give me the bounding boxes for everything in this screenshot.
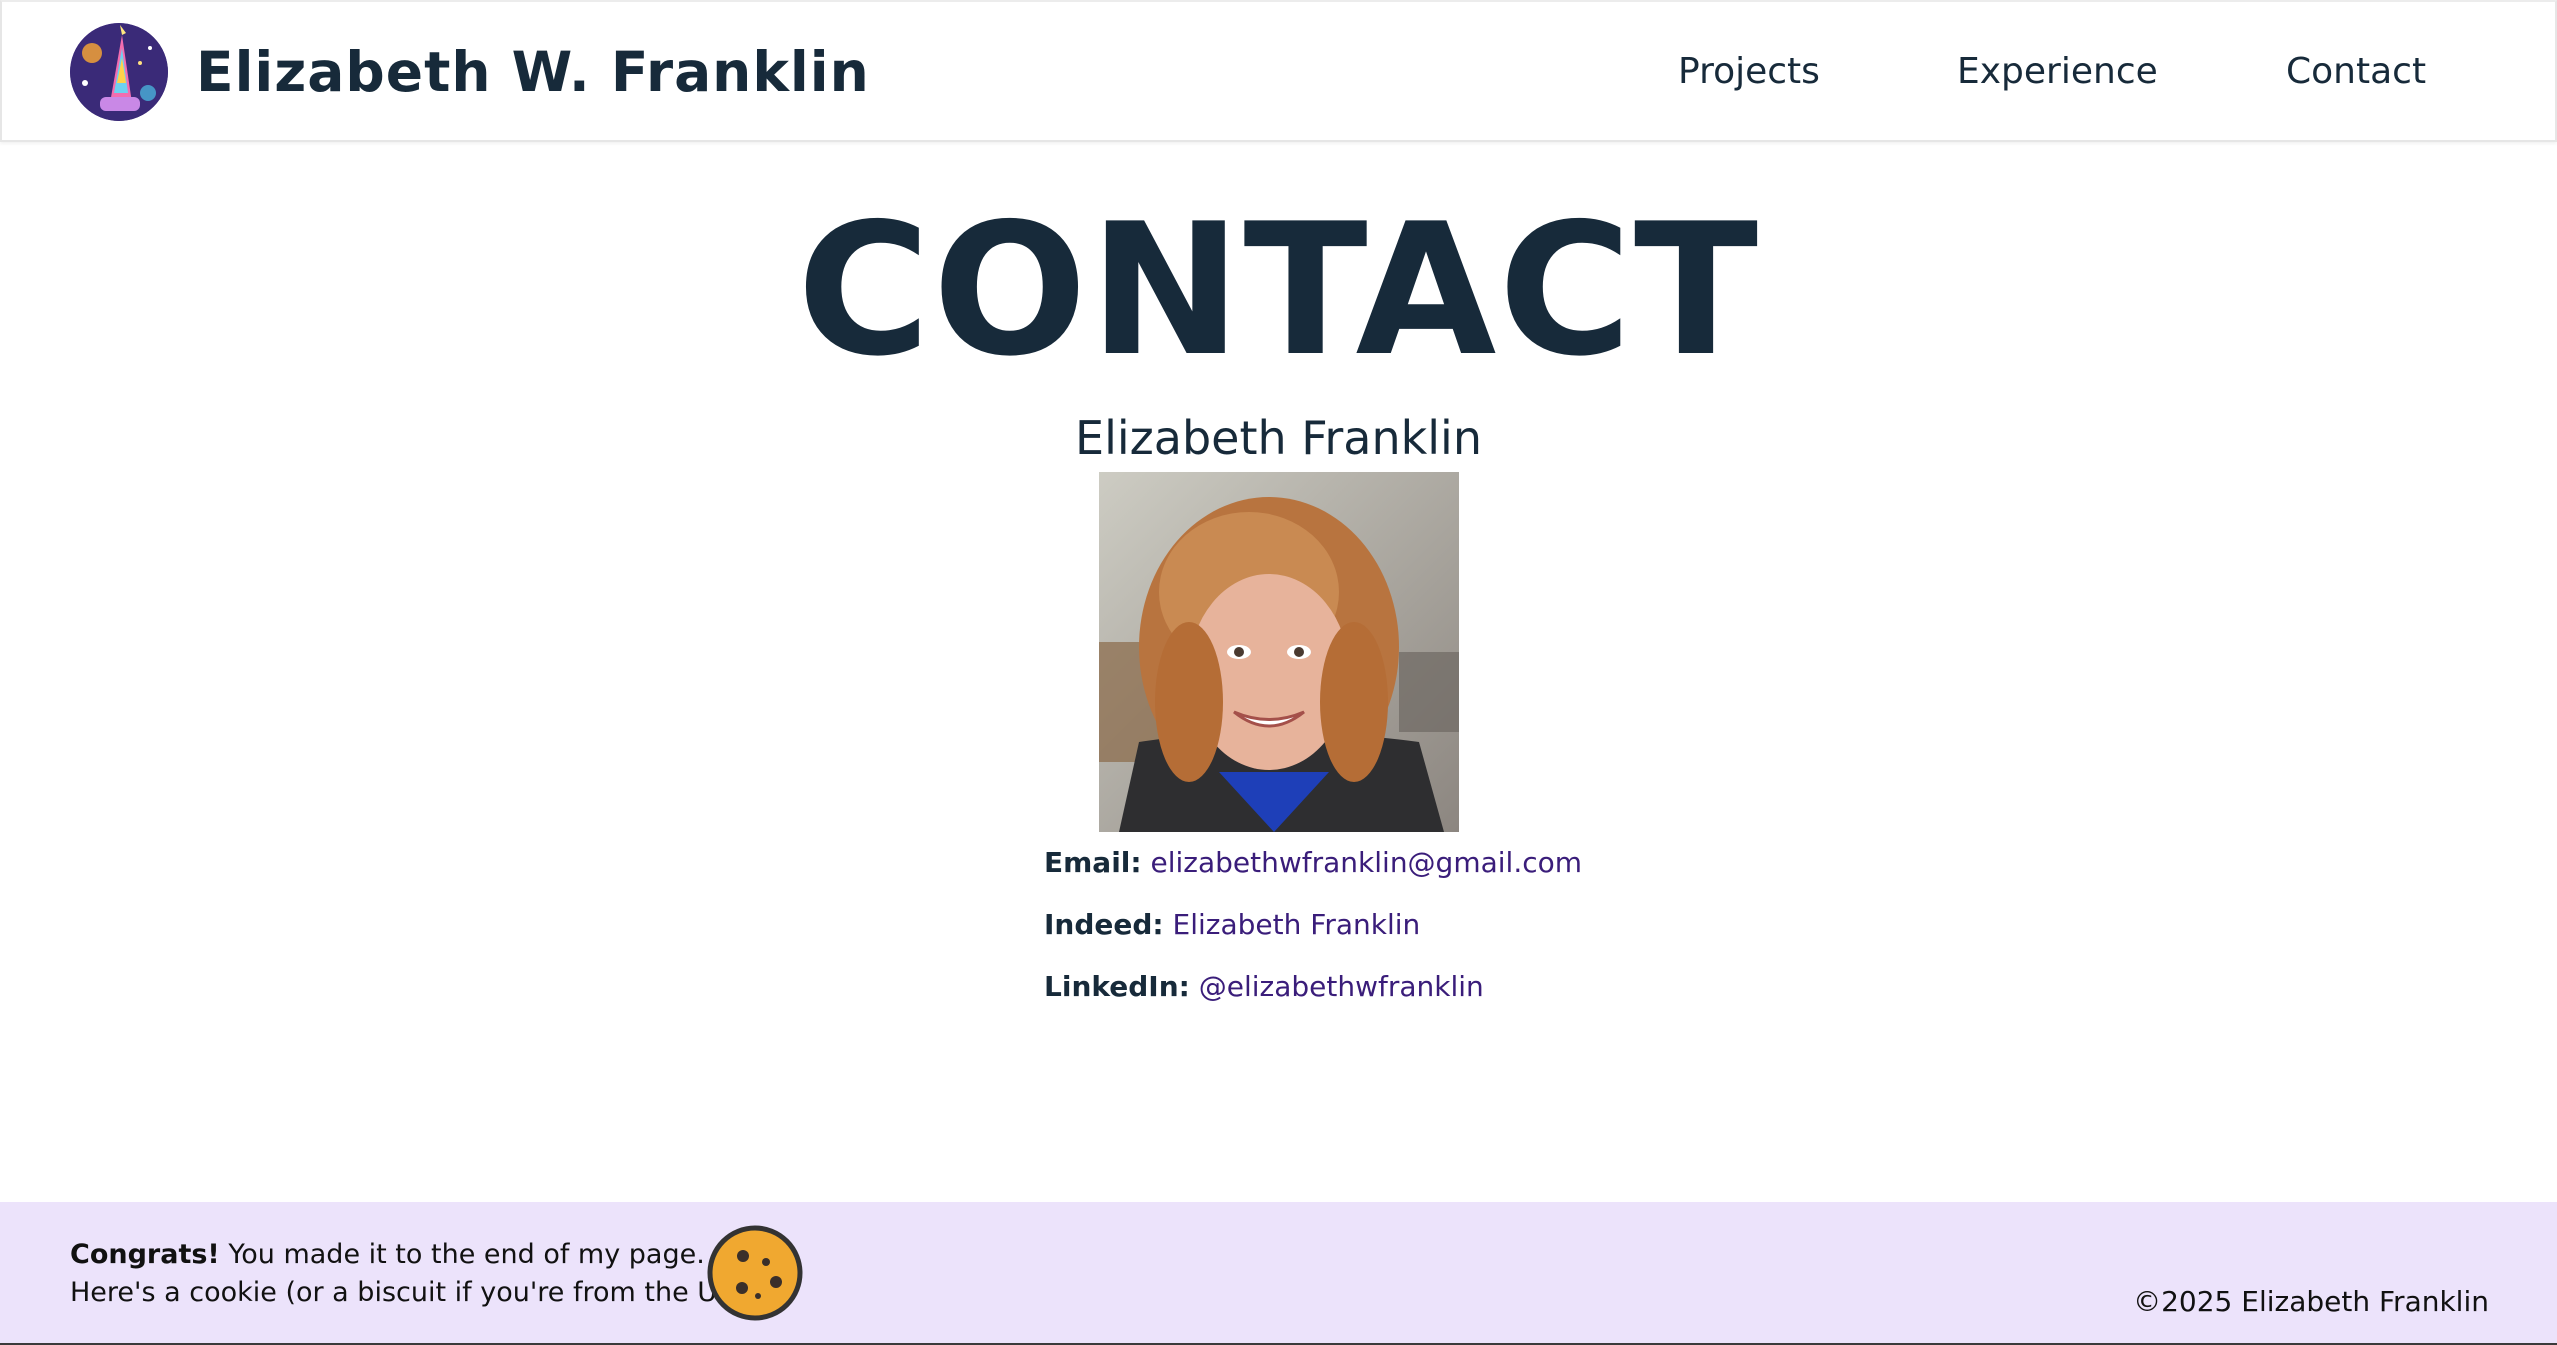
email-label: Email: xyxy=(1044,846,1142,879)
email-link[interactable]: elizabethwfranklin@gmail.com xyxy=(1151,846,1583,879)
person-name: Elizabeth Franklin xyxy=(1075,411,1482,465)
contact-indeed: Indeed: Elizabeth Franklin xyxy=(1044,905,1420,945)
linkedin-label: LinkedIn: xyxy=(1044,970,1190,1003)
nav-projects[interactable]: Projects xyxy=(1678,46,1820,98)
indeed-label: Indeed: xyxy=(1044,908,1164,941)
profile-photo xyxy=(1099,472,1459,832)
nav-contact[interactable]: Contact xyxy=(2286,46,2426,98)
copyright: ©2025 Elizabeth Franklin xyxy=(2133,1285,2489,1318)
cookie-icon[interactable] xyxy=(706,1224,804,1322)
indeed-link[interactable]: Elizabeth Franklin xyxy=(1173,908,1421,941)
congrats-strong: Congrats! xyxy=(70,1239,220,1270)
contact-linkedin: LinkedIn: @elizabethwfranklin xyxy=(1044,967,1484,1007)
linkedin-link[interactable]: @elizabethwfranklin xyxy=(1199,970,1484,1003)
unicorn-logo-icon[interactable] xyxy=(70,23,168,121)
footer-congrats-line: Congrats! You made it to the end of my p… xyxy=(70,1236,756,1274)
site-header: Elizabeth W. Franklin Projects Experienc… xyxy=(0,0,2557,142)
nav-experience[interactable]: Experience xyxy=(1957,46,2158,98)
congrats-text: You made it to the end of my page. xyxy=(219,1239,705,1270)
site-title[interactable]: Elizabeth W. Franklin xyxy=(196,32,870,112)
footer-message: Congrats! You made it to the end of my p… xyxy=(70,1236,756,1312)
page-title: CONTACT xyxy=(796,184,1761,396)
footer-cookie-line: Here's a cookie (or a biscuit if you're … xyxy=(70,1277,757,1308)
site-footer: Congrats! You made it to the end of my p… xyxy=(0,1202,2557,1345)
contact-email: Email: elizabethwfranklin@gmail.com xyxy=(1044,843,1582,883)
